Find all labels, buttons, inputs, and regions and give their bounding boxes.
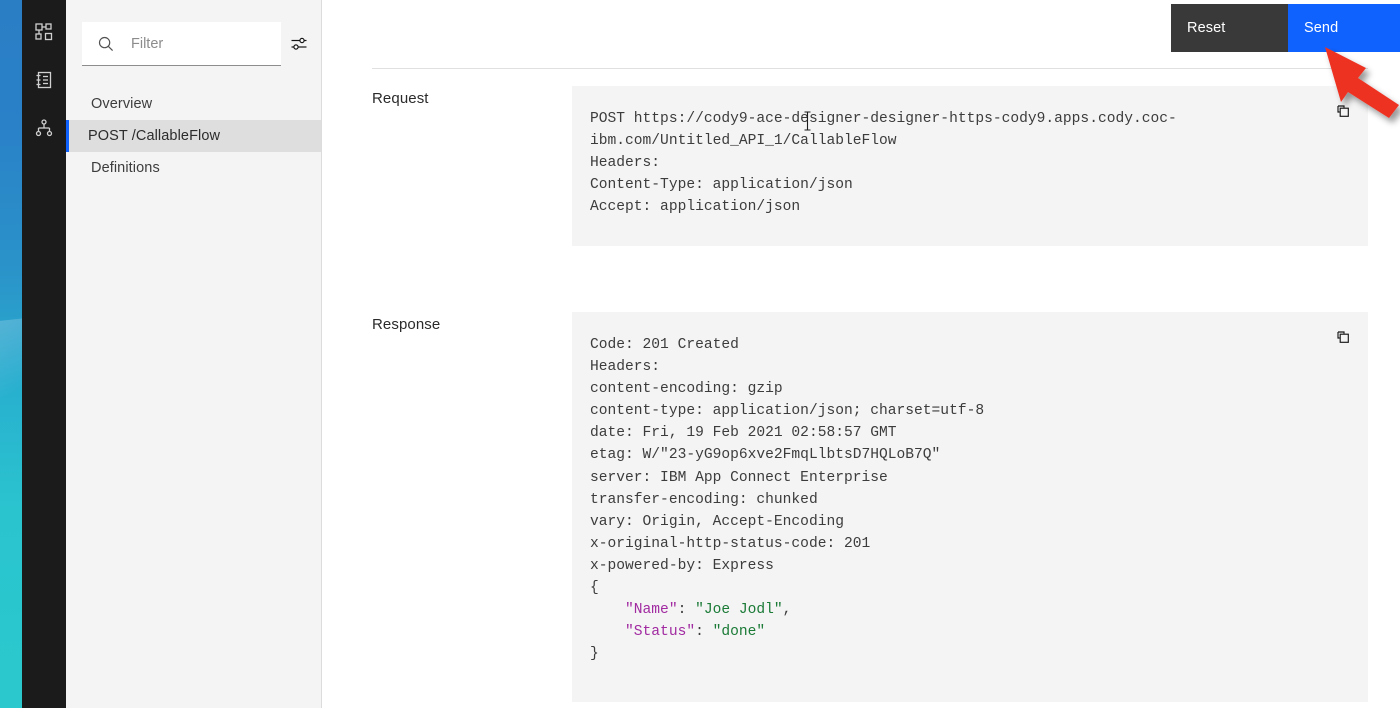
filter-row <box>66 0 321 66</box>
response-body-text: "Name": "Joe Jodl", "Status": "done" } <box>590 599 1320 665</box>
response-label: Response <box>372 312 572 702</box>
hierarchy-icon[interactable] <box>22 104 66 152</box>
request-label: Request <box>372 86 572 246</box>
search-icon <box>97 35 115 53</box>
json-comma: , <box>783 602 792 618</box>
app-window: Overview POST /CallableFlow Definitions … <box>0 0 1400 708</box>
sidebar-panel: Overview POST /CallableFlow Definitions <box>66 0 322 708</box>
flow-designer-icon[interactable] <box>22 8 66 56</box>
copy-icon[interactable] <box>1330 98 1356 124</box>
sidebar-item-definitions[interactable]: Definitions <box>66 152 321 184</box>
json-key: "Name" <box>625 602 678 618</box>
sidebar-item-label: POST /CallableFlow <box>88 128 220 144</box>
json-value: "done" <box>713 624 766 640</box>
catalog-icon[interactable] <box>22 56 66 104</box>
sidebar-item-post-callableflow[interactable]: POST /CallableFlow <box>66 120 321 152</box>
toolbar-divider <box>372 68 1368 69</box>
reset-button[interactable]: Reset <box>1171 4 1288 52</box>
send-button[interactable]: Send <box>1288 4 1400 52</box>
json-key: "Status" <box>625 624 695 640</box>
response-section: Response Code: 201 Created Headers: cont… <box>372 312 1368 702</box>
request-code-text: POST https://cody9-ace-designer-designer… <box>590 108 1320 218</box>
action-toolbar: Reset Send <box>1171 4 1400 52</box>
response-headers-text: Code: 201 Created Headers: content-encod… <box>590 334 1320 599</box>
brand-gradient-strip <box>0 0 22 708</box>
sidebar-item-label: Definitions <box>91 160 160 176</box>
json-value: "Joe Jodl" <box>695 602 783 618</box>
main-content: Reset Send Request POST https://cody9-ac… <box>322 0 1400 708</box>
copy-icon[interactable] <box>1330 324 1356 350</box>
search-input[interactable] <box>131 23 281 65</box>
request-section: Request POST https://cody9-ace-designer-… <box>372 86 1368 246</box>
sidebar-nav-list: Overview POST /CallableFlow Definitions <box>66 88 321 184</box>
sidebar-item-label: Overview <box>91 96 152 112</box>
sliders-icon[interactable] <box>281 22 317 66</box>
sidebar-item-overview[interactable]: Overview <box>66 88 321 120</box>
response-code-block[interactable]: Code: 201 Created Headers: content-encod… <box>572 312 1368 702</box>
search-input-wrapper[interactable] <box>82 22 281 66</box>
icon-rail <box>22 0 66 708</box>
json-close-brace: } <box>590 646 599 662</box>
request-code-block[interactable]: POST https://cody9-ace-designer-designer… <box>572 86 1368 246</box>
